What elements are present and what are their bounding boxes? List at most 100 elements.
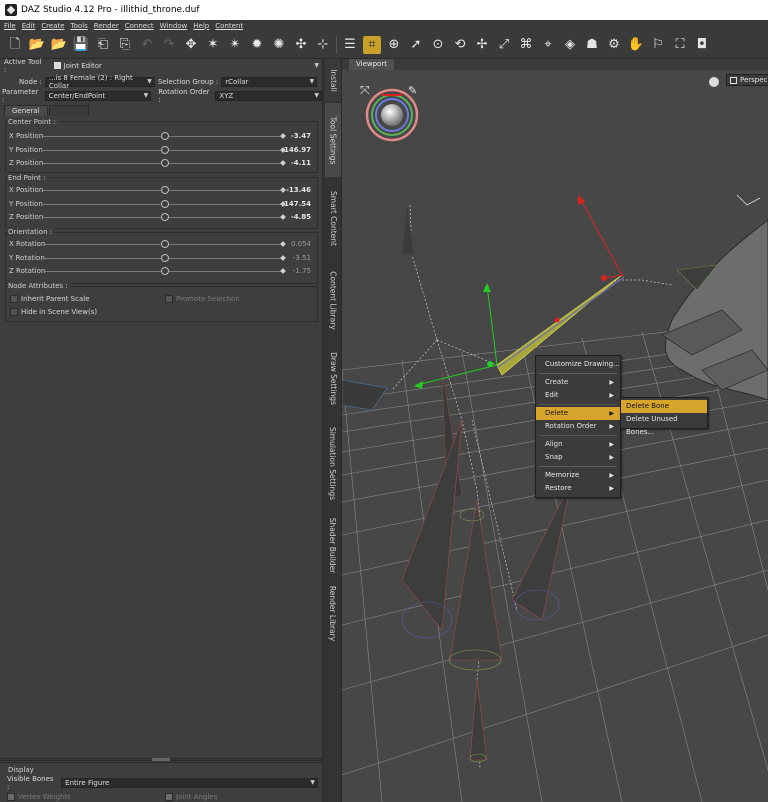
menu-item-rotation-order[interactable]: Rotation Order ▶ [536, 420, 620, 433]
transform-icon[interactable]: ⊹ [314, 36, 332, 54]
slider-knob[interactable] [161, 132, 169, 140]
point-light-icon[interactable]: ✹ [248, 36, 266, 54]
menu-item-create[interactable]: Create ▶ [536, 376, 620, 389]
render-camera-icon[interactable]: ◘ [693, 36, 711, 54]
center-y-value[interactable]: 146.97 [284, 146, 311, 154]
center-y-slider[interactable]: Y Position 146.97 [0, 144, 322, 157]
slider-knob[interactable] [161, 159, 169, 167]
camera-select-combo[interactable]: Perspec [726, 74, 768, 86]
sphere-view-icon[interactable] [709, 77, 719, 87]
parameter-combo[interactable]: Center/EndPoint ▼ [44, 90, 152, 101]
align-icon[interactable]: ☰ [341, 36, 359, 54]
side-tab-install[interactable]: Install [325, 59, 341, 101]
end-y-slider[interactable]: Y Position 147.54 [0, 198, 322, 211]
figure-setup-icon[interactable]: ☗ [583, 36, 601, 54]
pointer-icon[interactable]: ➚ [407, 36, 425, 54]
side-tab-content-library[interactable]: Content Library [325, 259, 341, 341]
camera-nav-icon[interactable]: ⤧ [360, 83, 370, 97]
end-z-value[interactable]: -4.85 [291, 213, 311, 221]
slider-knob[interactable] [161, 186, 169, 194]
rot-z-slider[interactable]: Z Rotation -1.75 [0, 265, 322, 278]
menu-item-delete-bone[interactable]: Delete Bone [621, 400, 707, 413]
menu-item-restore[interactable]: Restore ▶ [536, 482, 620, 495]
menu-help[interactable]: Help [193, 22, 209, 30]
menu-item-delete[interactable]: Delete ▶ [536, 407, 620, 420]
joint-editor-icon[interactable]: ⌗ [363, 35, 381, 54]
tab-empty[interactable] [48, 105, 89, 116]
menu-connect[interactable]: Connect [125, 22, 154, 30]
scale-icon[interactable]: ⤢ [495, 36, 513, 54]
side-tab-draw-settings[interactable]: Draw Settings [325, 343, 341, 413]
render-settings-icon[interactable]: ⚙ [605, 36, 623, 54]
rot-y-value[interactable]: -3.51 [293, 254, 311, 262]
new-file-icon[interactable]: 🗋 [6, 36, 24, 54]
merge-file-icon[interactable]: 📂 [50, 36, 68, 54]
side-tab-simulation-settings[interactable]: Simulation Settings [325, 415, 341, 511]
rotation-order-combo[interactable]: XYZ ▼ [215, 90, 322, 101]
surface-selection-icon[interactable]: ⌘ [517, 36, 535, 54]
menu-item-memorize[interactable]: Memorize ▶ [536, 469, 620, 482]
spot-render-icon[interactable]: ⚐ [649, 36, 667, 54]
undo-icon[interactable]: ↶ [138, 36, 156, 54]
region-tool-icon[interactable]: ◈ [561, 36, 579, 54]
end-y-value[interactable]: 147.54 [284, 200, 311, 208]
rotate-icon[interactable]: ⟲ [451, 36, 469, 54]
light-tool-icon[interactable]: ✶ [204, 36, 222, 54]
slider-knob[interactable] [161, 213, 169, 221]
center-z-slider[interactable]: Z Position -4.11 [0, 157, 322, 170]
menu-tools[interactable]: Tools [71, 22, 88, 30]
end-z-slider[interactable]: Z Position -4.85 [0, 211, 322, 224]
joint-angles-checkbox[interactable]: Joint Angles [165, 793, 217, 801]
vertex-weights-checkbox[interactable]: Vertex Weights [7, 793, 71, 801]
rot-y-slider[interactable]: Y Rotation -3.51 [0, 252, 322, 265]
active-pose-icon[interactable]: ✋ [627, 36, 645, 54]
hide-in-scene-view-checkbox[interactable]: Hide in Scene View(s) [10, 308, 97, 316]
center-x-value[interactable]: -3.47 [291, 132, 311, 140]
open-file-icon[interactable]: 📂 [28, 36, 46, 54]
universal-tool-icon[interactable]: ⊕ [385, 36, 403, 54]
view-navigation-widget[interactable] [365, 88, 419, 142]
active-tool-combo[interactable]: Joint Editor ▼ [49, 60, 322, 71]
checkbox-box[interactable] [10, 308, 18, 316]
redo-icon[interactable]: ↷ [160, 36, 178, 54]
rot-z-value[interactable]: -1.75 [293, 267, 311, 275]
menu-item-customize-drawing[interactable]: Customize Drawing... [536, 358, 620, 371]
checkbox-box[interactable] [7, 793, 15, 801]
end-x-value[interactable]: -13.46 [286, 186, 311, 194]
rot-x-slider[interactable]: X Rotation 0.054 [0, 238, 322, 251]
render-icon[interactable]: ⛶ [671, 36, 689, 54]
node-tool-icon[interactable]: ✣ [292, 36, 310, 54]
checkbox-box[interactable] [10, 295, 18, 303]
center-x-slider[interactable]: X Position -3.47 [0, 130, 322, 143]
menu-item-snap[interactable]: Snap ▶ [536, 451, 620, 464]
pin-icon[interactable]: ✎ [408, 84, 417, 97]
center-z-value[interactable]: -4.11 [291, 159, 311, 167]
splitter-grip[interactable] [152, 758, 170, 761]
slider-knob[interactable] [161, 146, 169, 154]
end-x-slider[interactable]: X Position -13.46 [0, 184, 322, 197]
save-icon[interactable]: 💾 [72, 36, 90, 54]
slider-knob[interactable] [161, 200, 169, 208]
menu-item-delete-unused-bones[interactable]: Delete Unused Bones... [621, 413, 707, 436]
distant-light-icon[interactable]: ✺ [270, 36, 288, 54]
promote-selection-checkbox[interactable]: Promote Selection [165, 295, 240, 303]
menu-create[interactable]: Create [41, 22, 64, 30]
export-icon[interactable]: ⎘ [116, 36, 134, 54]
selection-group-combo[interactable]: rCollar ▼ [221, 76, 318, 87]
menu-item-align[interactable]: Align ▶ [536, 438, 620, 451]
menu-render[interactable]: Render [94, 22, 119, 30]
import-icon[interactable]: ⎗ [94, 36, 112, 54]
node-selection-icon[interactable]: ⊙ [429, 36, 447, 54]
geometry-editor-icon[interactable]: ⌖ [539, 36, 557, 54]
translate-icon[interactable]: ✢ [473, 36, 491, 54]
side-tab-smart-content[interactable]: Smart Content [325, 179, 341, 257]
side-tab-render-library[interactable]: Render Library [325, 579, 341, 647]
slider-knob[interactable] [161, 254, 169, 262]
menu-item-edit[interactable]: Edit ▶ [536, 389, 620, 402]
menu-edit[interactable]: Edit [22, 22, 36, 30]
checkbox-box[interactable] [165, 295, 173, 303]
slider-knob[interactable] [161, 267, 169, 275]
camera-tool-icon[interactable]: ✥ [182, 36, 200, 54]
tab-viewport[interactable]: Viewport [349, 59, 394, 70]
tab-general[interactable]: General [4, 105, 48, 116]
